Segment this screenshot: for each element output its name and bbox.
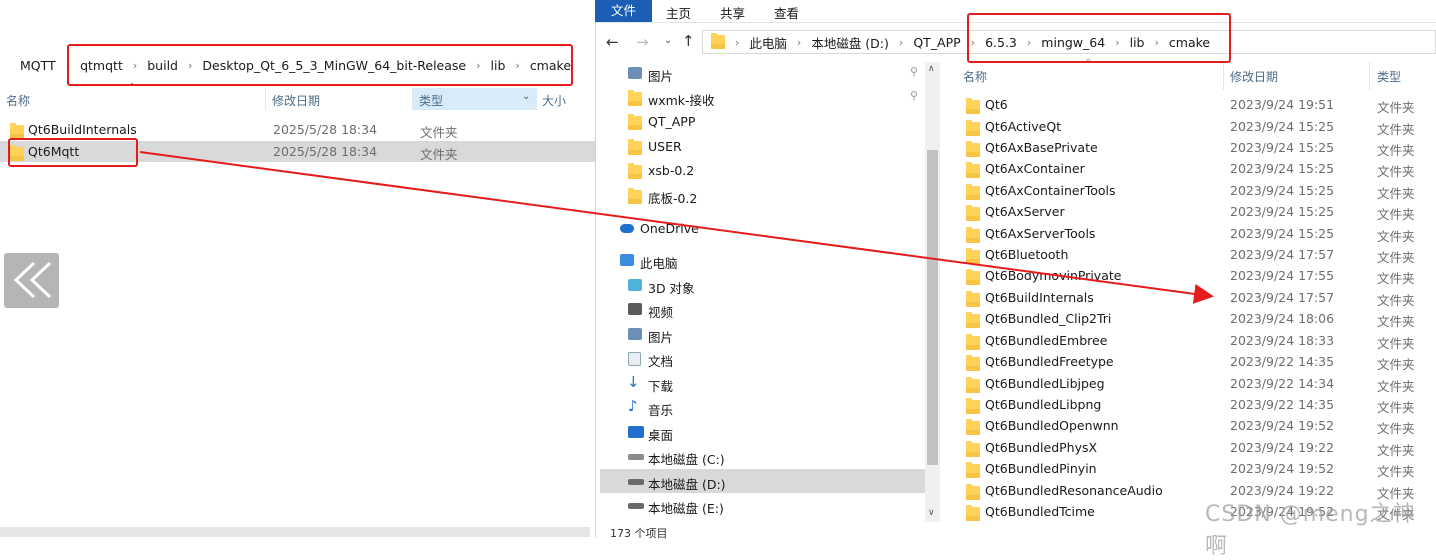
annotation-arrow <box>139 151 1214 304</box>
watermark: CSDN @meng之神啊 <box>1205 502 1416 559</box>
